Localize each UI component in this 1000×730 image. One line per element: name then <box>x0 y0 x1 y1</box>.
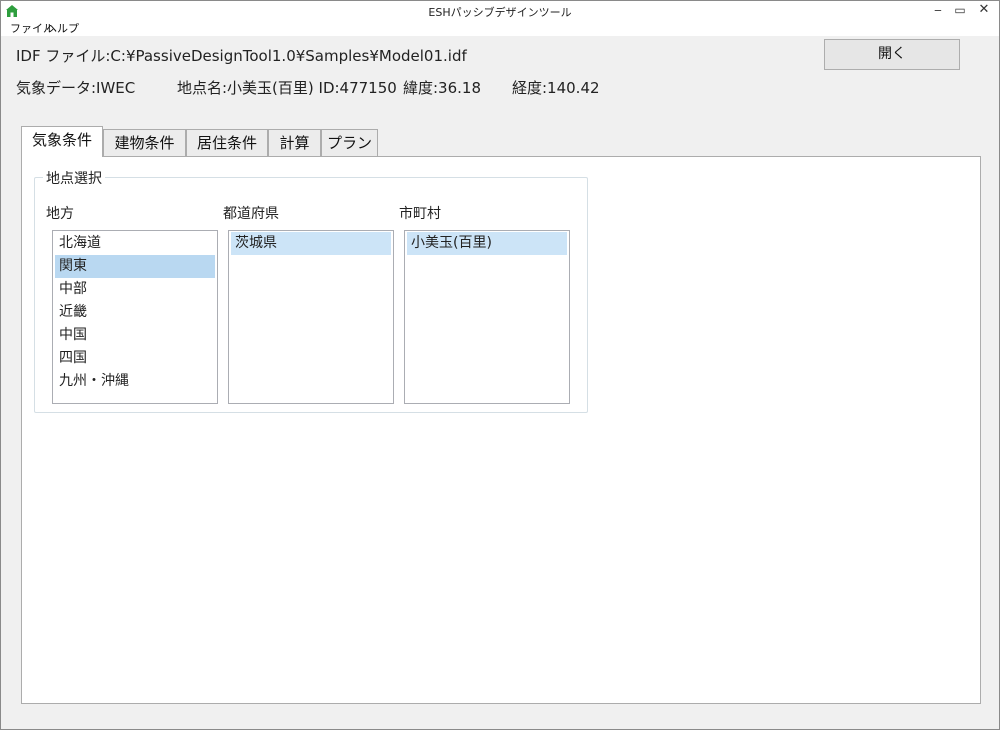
region-listbox[interactable]: 北海道 関東 中部 近畿 中国 四国 九州・沖縄 <box>52 230 218 404</box>
city-item-omitama[interactable]: 小美玉(百里) <box>407 232 567 255</box>
close-button[interactable]: ✕ <box>971 1 997 21</box>
tab-weather[interactable]: 気象条件 <box>21 126 103 157</box>
menu-help[interactable]: ヘルプ <box>46 22 79 36</box>
title-bar: ESHパッシブデザインツール ‒ ▭ ✕ <box>1 1 999 22</box>
tab-calculation[interactable]: 計算 <box>268 129 321 157</box>
tab-occupancy[interactable]: 居住条件 <box>186 129 268 157</box>
region-item-kinki[interactable]: 近畿 <box>55 301 215 324</box>
weather-tab-panel: 地点選択 地方 都道府県 市町村 北海道 関東 中部 近畿 中国 四国 九州・沖… <box>21 156 981 704</box>
region-item-hokkaido[interactable]: 北海道 <box>55 232 215 255</box>
open-button[interactable]: 開く <box>824 39 960 70</box>
prefecture-item-ibaraki[interactable]: 茨城県 <box>231 232 391 255</box>
window-title: ESHパッシブデザインツール <box>428 6 572 19</box>
tab-building[interactable]: 建物条件 <box>103 129 186 157</box>
maximize-button[interactable]: ▭ <box>949 1 971 21</box>
region-item-chugoku[interactable]: 中国 <box>55 324 215 347</box>
main-area: IDF ファイル:C:¥PassiveDesignTool1.0¥Samples… <box>1 36 999 729</box>
weather-data-label: 気象データ:IWEC <box>16 79 136 97</box>
region-label: 地方 <box>46 206 74 222</box>
location-name-id: 地点名:小美玉(百里) ID:477150 <box>177 79 397 97</box>
region-item-kanto[interactable]: 関東 <box>55 255 215 278</box>
minimize-button[interactable]: ‒ <box>927 1 949 21</box>
region-item-kyushu-okinawa[interactable]: 九州・沖縄 <box>55 370 215 393</box>
prefecture-listbox[interactable]: 茨城県 <box>228 230 394 404</box>
longitude-value: 経度:140.42 <box>512 79 600 97</box>
location-select-legend: 地点選択 <box>43 168 105 188</box>
latitude-value: 緯度:36.18 <box>403 79 481 97</box>
city-listbox[interactable]: 小美玉(百里) <box>404 230 570 404</box>
app-window: ESHパッシブデザインツール ‒ ▭ ✕ ファイル ヘルプ IDF ファイル:C… <box>0 0 1000 730</box>
city-label: 市町村 <box>399 206 441 222</box>
idf-file-path: IDF ファイル:C:¥PassiveDesignTool1.0¥Samples… <box>16 47 467 65</box>
prefecture-label: 都道府県 <box>223 206 279 222</box>
menu-bar: ファイル ヘルプ <box>1 22 999 36</box>
region-item-shikoku[interactable]: 四国 <box>55 347 215 370</box>
tab-plan[interactable]: プラン <box>321 129 378 157</box>
location-select-group: 地点選択 地方 都道府県 市町村 北海道 関東 中部 近畿 中国 四国 九州・沖… <box>34 168 588 413</box>
region-item-chubu[interactable]: 中部 <box>55 278 215 301</box>
